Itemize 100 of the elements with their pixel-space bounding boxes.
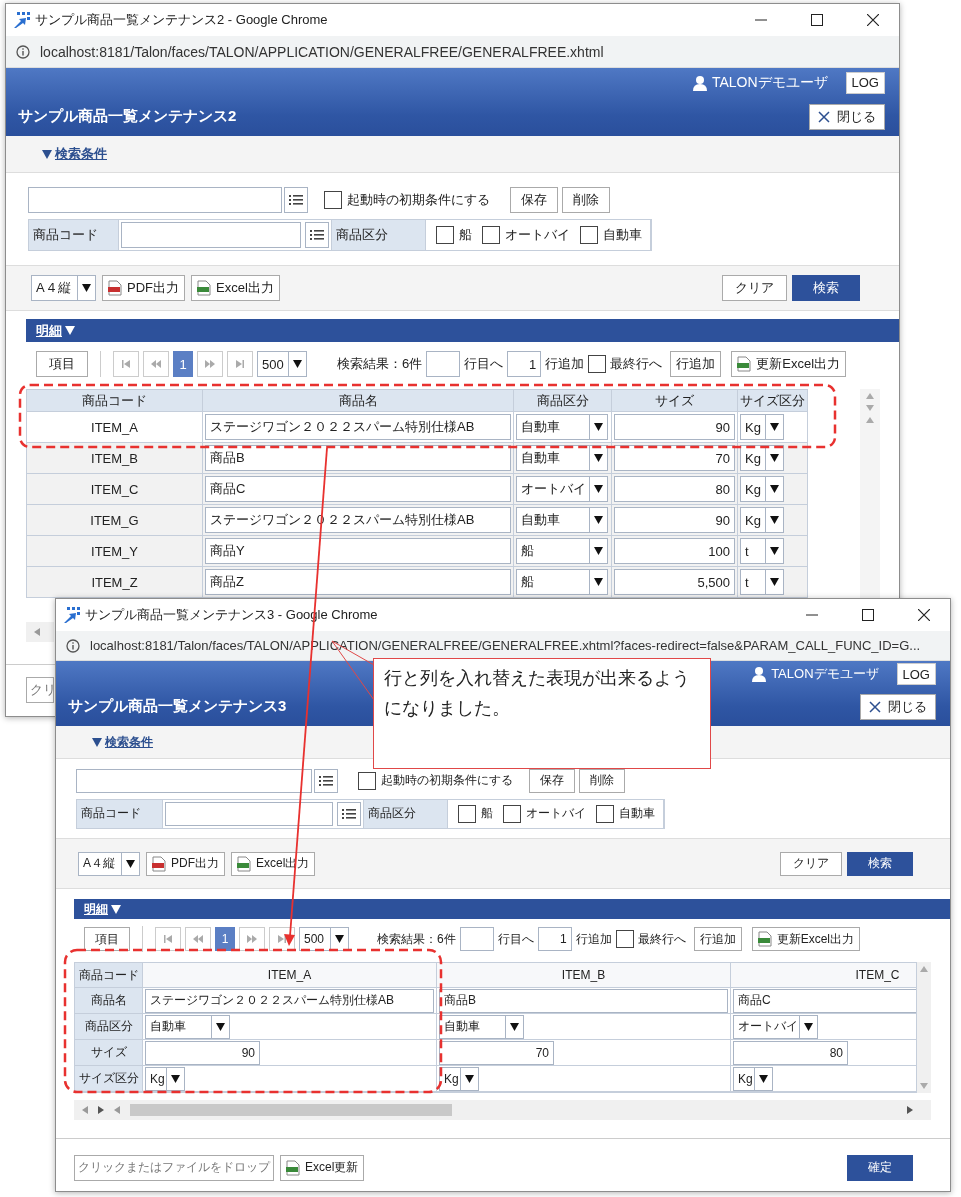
- size-field[interactable]: 90: [614, 507, 735, 533]
- name-field[interactable]: 商品C: [733, 988, 916, 1013]
- maximize-icon[interactable]: [811, 14, 823, 26]
- add-row-button[interactable]: 行追加: [670, 351, 722, 377]
- logout-button[interactable]: LOG: [896, 663, 936, 685]
- select-field[interactable]: A４縦: [78, 851, 140, 876]
- columns-button[interactable]: 項目: [36, 351, 88, 377]
- name-field[interactable]: 商品C: [205, 476, 511, 502]
- excel-export-button[interactable]: 更新Excel出力: [751, 927, 861, 951]
- list-button[interactable]: [284, 187, 308, 213]
- select-field[interactable]: Kg: [740, 507, 784, 533]
- scroll-left-icon[interactable]: [34, 628, 40, 636]
- input-field[interactable]: [426, 351, 461, 377]
- next-page-button[interactable]: [239, 927, 265, 951]
- columns-button[interactable]: 項目: [84, 927, 130, 951]
- search-toggle-link[interactable]: 検索条件: [42, 145, 107, 163]
- previous-page-button[interactable]: [185, 927, 211, 951]
- size-field[interactable]: 5,500: [614, 569, 735, 595]
- select-field[interactable]: 自動車: [516, 445, 608, 471]
- select-field[interactable]: 500: [257, 351, 307, 377]
- size-field[interactable]: 70: [614, 445, 735, 471]
- select-field[interactable]: 船: [516, 569, 608, 595]
- scroll-right-icon[interactable]: [98, 1106, 104, 1114]
- search-toggle-link[interactable]: 検索条件: [92, 733, 153, 751]
- name-field[interactable]: ステージワゴン２０２２スパーム特別仕様AB: [205, 414, 511, 440]
- previous-page-button[interactable]: [143, 351, 169, 377]
- size-field[interactable]: 90: [614, 414, 735, 440]
- input-field[interactable]: [76, 768, 312, 793]
- column-header[interactable]: 商品区分: [513, 389, 612, 412]
- pdf-export-button[interactable]: PDF出力: [102, 275, 185, 301]
- logout-button[interactable]: LOG: [845, 71, 885, 94]
- list-button[interactable]: [314, 768, 338, 793]
- excel-export-button[interactable]: 更新Excel出力: [731, 351, 847, 377]
- maximize-icon[interactable]: [862, 609, 874, 621]
- close-button[interactable]: 閉じる: [809, 103, 885, 130]
- excel-export-button[interactable]: Excel出力: [231, 851, 316, 876]
- checkbox[interactable]: [580, 226, 598, 244]
- excel-update-button[interactable]: Excel更新: [280, 1154, 365, 1181]
- checkbox[interactable]: [588, 355, 607, 373]
- select-field[interactable]: 500: [299, 927, 349, 951]
- scroll-left-icon[interactable]: [114, 1106, 120, 1114]
- size-field[interactable]: 70: [439, 1040, 554, 1065]
- close-icon[interactable]: [918, 609, 930, 621]
- select-field[interactable]: 自動車: [145, 1014, 230, 1039]
- clear-button[interactable]: クリア: [780, 851, 842, 876]
- size-field[interactable]: 100: [614, 538, 735, 564]
- name-field[interactable]: 商品B: [439, 988, 728, 1013]
- delete-button[interactable]: 削除: [562, 187, 610, 213]
- input-field[interactable]: [121, 222, 301, 248]
- checkbox[interactable]: [358, 771, 376, 790]
- next-page-button[interactable]: [197, 351, 223, 377]
- input-field[interactable]: [165, 801, 333, 826]
- save-button[interactable]: 保存: [510, 187, 558, 213]
- checkbox[interactable]: [324, 191, 342, 209]
- clear-button[interactable]: クリア: [722, 275, 787, 301]
- checkbox[interactable]: [482, 226, 500, 244]
- input-field[interactable]: 1: [507, 351, 542, 377]
- name-field[interactable]: ステージワゴン２０２２スパーム特別仕様AB: [145, 988, 434, 1013]
- select-field[interactable]: A４縦: [31, 275, 96, 301]
- select-field[interactable]: 自動車: [516, 507, 608, 533]
- name-field[interactable]: 商品B: [205, 445, 511, 471]
- size-field[interactable]: 90: [145, 1040, 260, 1065]
- column-header[interactable]: ITEM_A: [143, 963, 437, 988]
- search-button[interactable]: 検索: [847, 851, 913, 876]
- checkbox[interactable]: [596, 804, 614, 823]
- select-field[interactable]: 自動車: [516, 414, 608, 440]
- file-drop-field[interactable]: クリ: [26, 677, 54, 703]
- column-header[interactable]: ITEM_B: [437, 963, 731, 988]
- page-button[interactable]: 1: [215, 927, 235, 951]
- delete-button[interactable]: 削除: [579, 768, 625, 793]
- select-field[interactable]: t: [740, 569, 784, 595]
- select-field[interactable]: Kg: [740, 445, 784, 471]
- add-row-button[interactable]: 行追加: [693, 927, 742, 951]
- scroll-thumb[interactable]: [130, 1104, 452, 1116]
- detail-toggle-link[interactable]: 明細: [84, 900, 121, 918]
- column-header[interactable]: 商品名: [202, 389, 514, 412]
- page-button[interactable]: 1: [173, 351, 193, 377]
- select-field[interactable]: オートバイ: [516, 476, 608, 502]
- size-field[interactable]: 80: [733, 1040, 848, 1065]
- checkbox[interactable]: [615, 930, 634, 948]
- scroll-right-icon[interactable]: [907, 1106, 913, 1114]
- select-field[interactable]: 自動車: [439, 1014, 524, 1039]
- checkbox[interactable]: [458, 804, 476, 823]
- search-button[interactable]: 検索: [792, 275, 860, 301]
- first-page-button[interactable]: [113, 351, 139, 377]
- detail-toggle-link[interactable]: 明細: [36, 321, 75, 340]
- file-drop-field[interactable]: クリックまたはファイルをドロップ: [74, 1154, 274, 1181]
- checkbox[interactable]: [503, 804, 521, 823]
- list-button[interactable]: [337, 801, 361, 826]
- select-field[interactable]: t: [740, 538, 784, 564]
- column-header[interactable]: サイズ: [611, 389, 738, 412]
- checkbox[interactable]: [436, 226, 454, 244]
- excel-export-button[interactable]: Excel出力: [191, 275, 280, 301]
- select-field[interactable]: 船: [516, 538, 608, 564]
- size-field[interactable]: 80: [614, 476, 735, 502]
- input-field[interactable]: [28, 187, 282, 213]
- column-header[interactable]: 商品コード: [26, 389, 203, 412]
- close-button[interactable]: 閉じる: [860, 693, 936, 720]
- list-button[interactable]: [305, 222, 329, 248]
- select-field[interactable]: Kg: [145, 1066, 185, 1091]
